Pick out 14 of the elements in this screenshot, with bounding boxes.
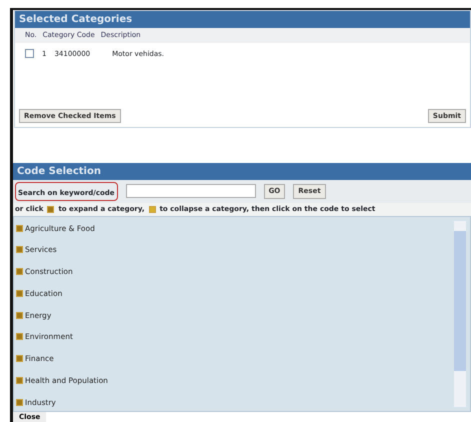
expand-icon[interactable] xyxy=(16,290,23,297)
panel-title: Code Selection xyxy=(13,162,471,180)
expand-icon[interactable] xyxy=(16,355,23,362)
panel-title: Selected Categories xyxy=(15,11,470,28)
expand-icon[interactable] xyxy=(16,268,23,276)
expand-icon[interactable] xyxy=(16,376,23,384)
expand-icon[interactable] xyxy=(16,312,23,319)
scrollbar[interactable] xyxy=(454,220,466,406)
expand-icon[interactable] xyxy=(16,224,23,232)
expand-icon[interactable] xyxy=(16,333,23,340)
expand-icon[interactable] xyxy=(16,398,23,406)
search-field[interactable] xyxy=(126,184,256,198)
checkbox[interactable] xyxy=(25,49,34,58)
expand-icon[interactable] xyxy=(16,246,23,254)
